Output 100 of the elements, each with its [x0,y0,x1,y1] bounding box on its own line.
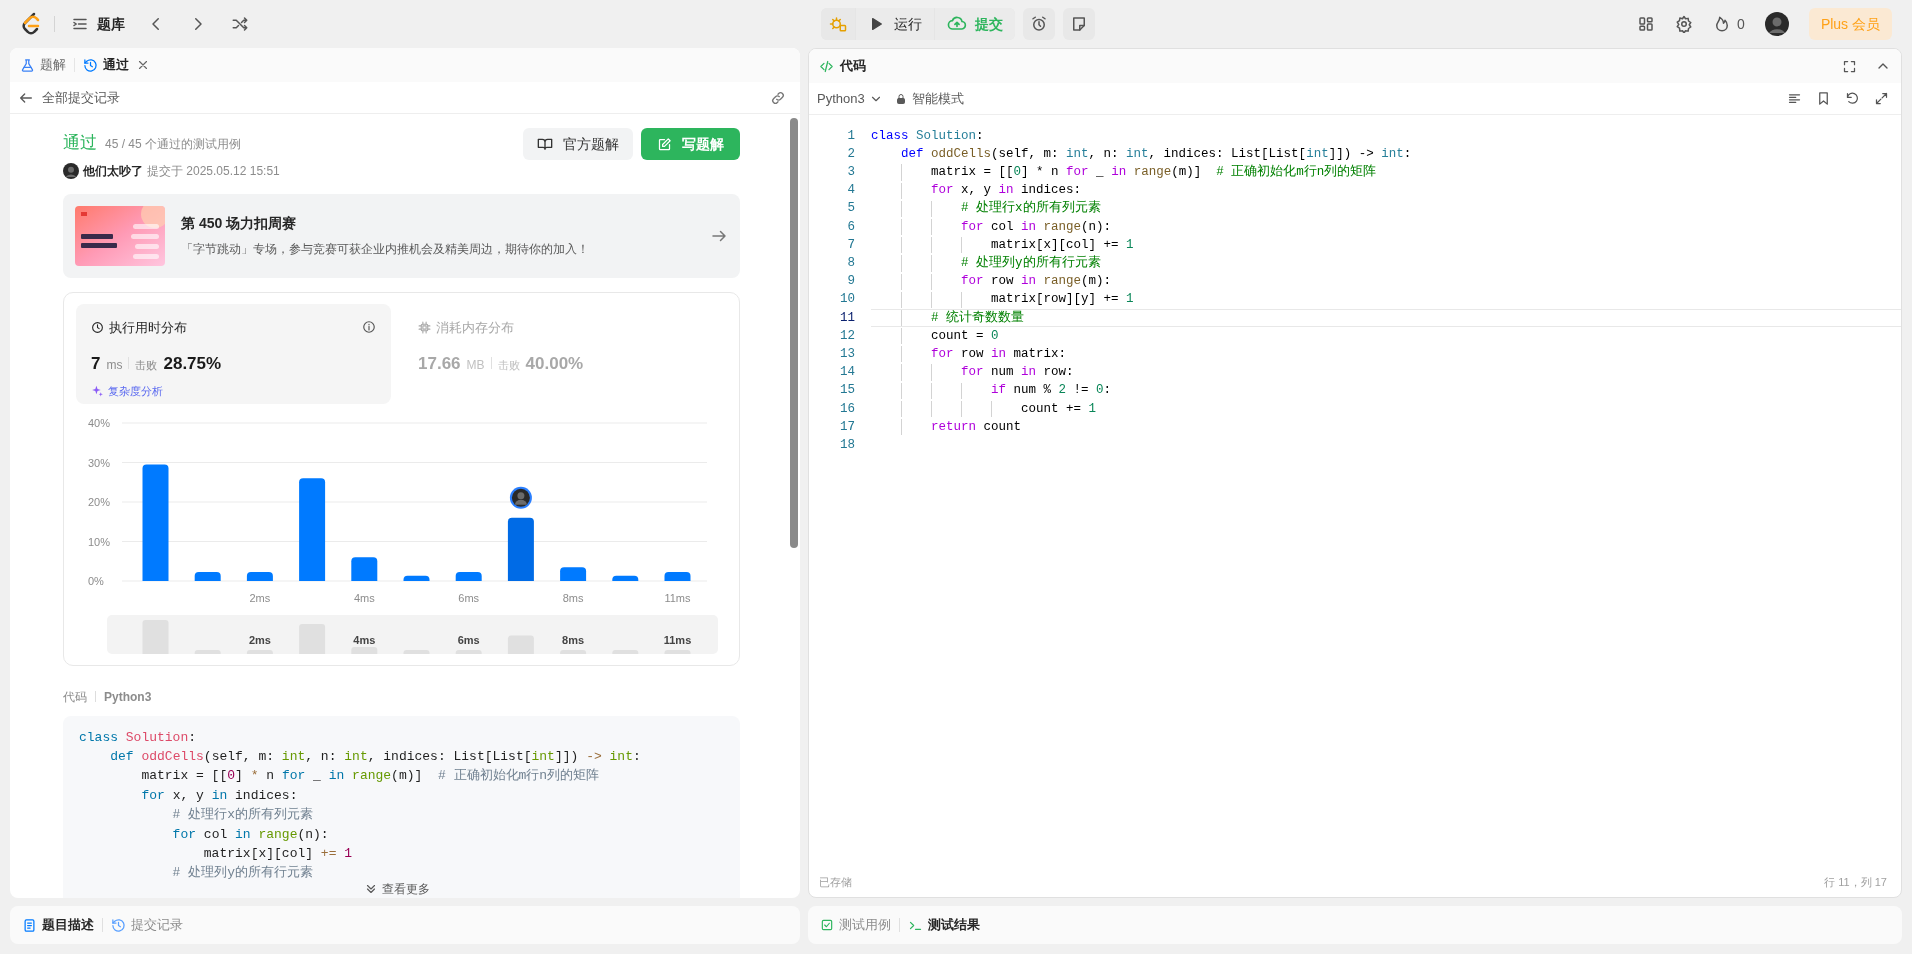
bar[interactable] [507,517,534,581]
document-icon [22,917,37,933]
book-icon [537,136,553,152]
layout-button[interactable] [1637,15,1656,33]
code-line: # 处理行x的所有列元素 [171,806,314,825]
bar[interactable] [455,571,482,581]
bar[interactable] [612,575,639,581]
edit-icon [657,136,672,152]
navigator-label: 6ms [457,633,480,646]
line-number: 4 [846,182,855,200]
note-button[interactable] [1063,8,1095,40]
stat-tab[interactable]: 执行用时分布 7 ms 击败 28.75% 复杂度分析 [76,303,391,404]
navigator-bar [560,649,587,654]
line-number: 10 [839,291,855,309]
settings-button[interactable] [1675,15,1694,33]
complexity-analysis-link[interactable]: 复杂度分析 [91,382,376,399]
x-axis-label: 2ms [249,591,271,604]
code-line: matrix[x][col] += 1 [202,844,353,863]
line-number: 9 [846,273,855,291]
code-line: return count [930,418,1022,436]
info-icon [362,320,376,335]
format-button[interactable] [1787,91,1802,106]
stat-title: 执行用时分布 [109,318,187,337]
problem-list-button[interactable]: 题库 [67,13,129,35]
contest-banner[interactable]: 第 450 场力扣周赛 「字节跳动」专场，参与竞赛可获企业内推机会及精美周边，期待你的加入！ [63,193,740,278]
clock-icon [91,320,104,334]
navigator-label: 2ms [248,633,271,646]
settings-icon [1675,15,1694,33]
undo-icon [1845,91,1860,106]
expand-icon [1874,91,1889,106]
bar[interactable] [194,571,221,581]
line-number: 18 [839,436,855,454]
logo-icon[interactable] [20,12,42,36]
code-line: count += 1 [1020,400,1097,418]
bar[interactable] [664,571,691,581]
bar[interactable] [246,571,273,581]
code-line: for col in range(n): [171,825,329,844]
code-icon [819,58,834,74]
navigator-bar [612,649,639,654]
panel-tab[interactable]: 题目描述 [22,915,94,935]
language-selector[interactable]: Python3 [817,88,883,109]
code-line: # 处理列y的所有行元素 [171,864,314,883]
code-line: def oddCells(self, m: int, n: int, indices: List[List[int]]) -> int: [900,145,1412,163]
panel-tab[interactable]: 通过 [83,55,150,75]
panel-tab[interactable]: 测试结果 [908,915,980,935]
navigator-label: 11ms [663,633,692,646]
y-axis-label: 10% [88,535,111,547]
line-number: 16 [839,400,855,418]
bar[interactable] [351,556,378,581]
code-line: for x, y in indices: [140,786,298,805]
double-chevron-down-icon [364,882,378,896]
cursor-position: 行 11，列 17 [1824,874,1888,890]
y-axis-label: 40% [88,416,111,429]
maximize-button[interactable] [1842,58,1857,74]
bar[interactable] [142,464,169,581]
code-line: matrix = [[0] * n for _ in range(m)] # 正确初始化m行n列的矩阵 [930,163,1377,182]
expand-button[interactable] [1874,91,1889,106]
code-line: class Solution: [871,127,984,145]
alarm-button[interactable] [1023,8,1055,40]
navigator-bar [664,649,691,654]
mode-label[interactable]: 智能模式 [911,88,964,109]
banner-title: 第 450 场力扣周赛 [181,214,298,233]
line-number: 6 [846,218,855,236]
stat-value: 17.66 [418,353,461,375]
y-axis-label: 30% [88,456,111,468]
reset-button[interactable] [1845,91,1860,106]
note-icon [1070,15,1088,33]
line-number: 17 [839,418,855,436]
code-line: # 处理列y的所有行元素 [960,254,1101,273]
navigator-label: 8ms [562,633,585,646]
x-axis-label: 11ms [664,591,691,604]
bug-icon [829,15,847,33]
scrollbar[interactable] [790,118,798,548]
beat-label: 击败 [135,358,158,373]
line-number: 13 [839,345,855,363]
official-solution-button[interactable]: 官方题解 [523,128,633,160]
share-link-button[interactable] [770,89,786,106]
run-button[interactable]: 运行 [856,8,934,40]
panel-tab[interactable]: 题解 [20,55,66,75]
all-submissions-link[interactable]: 全部提交记录 [18,87,120,108]
bar[interactable] [403,575,430,581]
bookmark-button[interactable] [1816,91,1831,106]
alarm-clock-icon [1030,15,1048,33]
stat-unit: ms [106,357,123,374]
bar[interactable] [560,566,587,581]
close-tab-button[interactable] [136,58,150,72]
line-number: 12 [839,327,855,345]
line-number: 7 [846,236,855,254]
y-axis-label: 0% [88,574,104,587]
bar[interactable] [299,477,326,581]
line-number: 11 [839,309,855,327]
streak-button[interactable]: 0 [1713,13,1745,35]
banner-subtitle: 「字节跳动」专场，参与竞赛可获企业内推机会及精美周边，期待你的加入！ [181,241,589,258]
flask-icon [20,57,35,73]
user-name[interactable]: 他们太吵了 [83,161,143,180]
code-line: class Solution: [79,728,197,747]
bookmark-icon [1816,91,1831,106]
line-number: 2 [846,145,855,163]
code-line: matrix[x][col] += 1 [990,236,1134,254]
code-line: # 统计奇数数量 [930,309,1024,327]
